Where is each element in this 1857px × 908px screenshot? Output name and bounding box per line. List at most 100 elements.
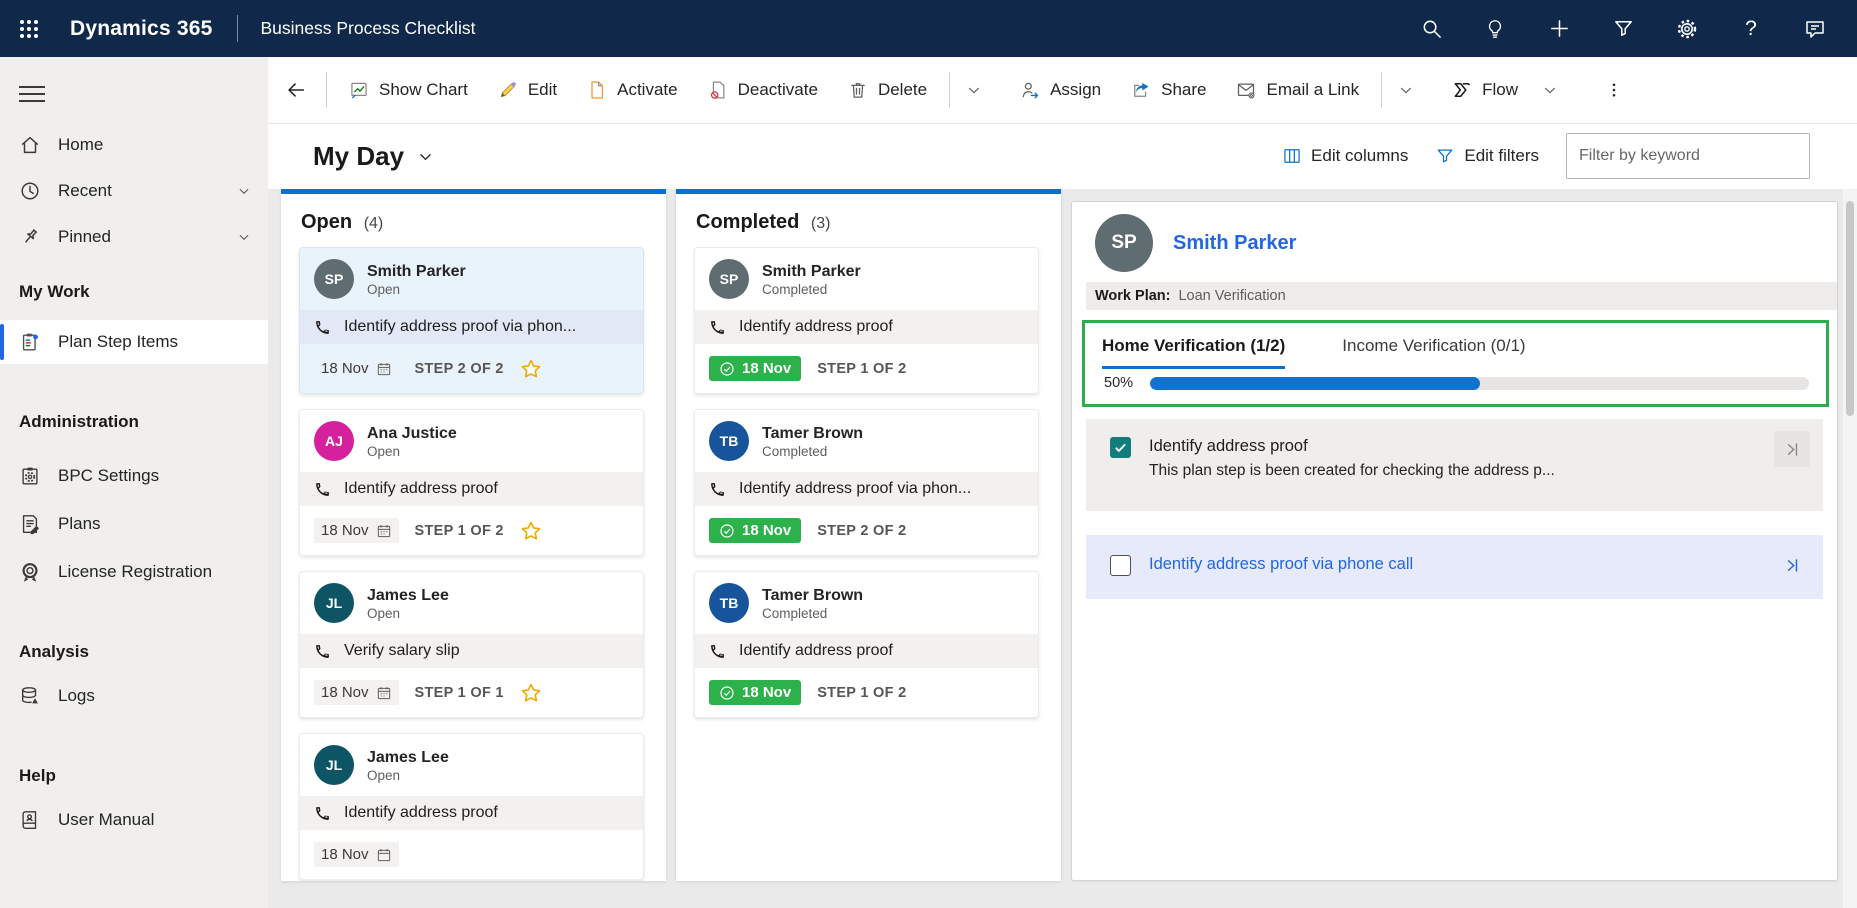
feedback-icon[interactable] <box>1783 0 1847 57</box>
flow-chevron-icon[interactable] <box>1533 68 1567 112</box>
back-button[interactable] <box>273 69 319 111</box>
plan-step-card[interactable]: AJ Ana Justice Open Identify address pro… <box>299 409 644 556</box>
email-link-button[interactable]: Email a Link <box>1221 68 1374 112</box>
open-side-pane-icon[interactable] <box>1774 431 1810 467</box>
lightbulb-icon[interactable] <box>1463 0 1527 57</box>
plan-step-title-link[interactable]: Identify address proof via phone call <box>1149 555 1413 574</box>
app-launcher-icon[interactable] <box>0 0 58 57</box>
card-status: Open <box>367 282 466 297</box>
plan-step-items-icon <box>19 331 41 353</box>
filter-keyword-input[interactable] <box>1566 133 1810 179</box>
sidebar-item-label: Plan Step Items <box>58 332 178 352</box>
delete-button[interactable]: Delete <box>833 68 942 112</box>
plan-step-card[interactable]: TB Tamer Brown Completed Identify addres… <box>694 571 1039 718</box>
sidebar-section-help: Help <box>0 756 268 796</box>
star-icon[interactable] <box>520 358 542 380</box>
license-medal-icon <box>19 561 41 583</box>
checkbox-unchecked[interactable] <box>1110 555 1131 576</box>
due-date-chip: 18 Nov <box>314 518 399 543</box>
sidebar-item-pinned[interactable]: Pinned <box>0 214 268 260</box>
phone-icon <box>314 805 331 822</box>
sidebar-section-my-work: My Work <box>0 272 268 312</box>
step-indicator: STEP 1 OF 2 <box>817 685 906 701</box>
brand-title[interactable]: Dynamics 365 <box>70 17 213 41</box>
more-commands-icon[interactable] <box>1593 68 1635 112</box>
vertical-scrollbar[interactable] <box>1843 189 1857 908</box>
sidebar-item-plans[interactable]: Plans <box>0 500 268 548</box>
edit-filters-button[interactable]: Edit filters <box>1435 146 1539 166</box>
step-indicator: STEP 2 OF 2 <box>415 361 504 377</box>
tab-home-verification[interactable]: Home Verification (1/2) <box>1102 336 1285 369</box>
star-icon[interactable] <box>520 682 542 704</box>
show-chart-button[interactable]: Show Chart <box>334 68 483 112</box>
filter-funnel-icon <box>1435 146 1455 166</box>
chevron-down-icon <box>417 148 434 165</box>
star-icon[interactable] <box>520 520 542 542</box>
plan-step-description: This plan step is been created for check… <box>1149 462 1555 480</box>
plan-step-row[interactable]: Identify address proof via phone call <box>1086 535 1823 599</box>
chevron-down-icon[interactable] <box>237 184 251 198</box>
plan-step-card[interactable]: JL James Lee Open Identify address proof… <box>299 733 644 880</box>
filter-records-icon[interactable] <box>1591 0 1655 57</box>
overflow-chevron-icon[interactable] <box>1389 68 1423 112</box>
due-date: 18 Nov <box>321 684 369 701</box>
card-owner-name: Tamer Brown <box>762 424 863 444</box>
database-logs-icon <box>19 685 41 707</box>
scrollbar-thumb[interactable] <box>1846 201 1854 416</box>
search-icon[interactable] <box>1399 0 1463 57</box>
completed-date: 18 Nov <box>742 684 791 701</box>
document-edit-icon <box>19 513 41 535</box>
chevron-down-icon[interactable] <box>237 230 251 244</box>
sidebar-item-user-manual[interactable]: User Manual <box>0 796 268 844</box>
checkbox-checked[interactable] <box>1110 437 1131 458</box>
view-header: My Day Edit columns Edit filters <box>268 123 1857 189</box>
sidebar-item-label: Logs <box>58 686 95 706</box>
card-owner-name: James Lee <box>367 586 449 606</box>
sidebar-item-plan-step-items[interactable]: Plan Step Items <box>0 320 268 364</box>
edit-columns-button[interactable]: Edit columns <box>1282 146 1408 166</box>
home-icon <box>19 134 41 156</box>
check-circle-icon <box>719 523 735 539</box>
plan-step-card[interactable]: TB Tamer Brown Completed Identify addres… <box>694 409 1039 556</box>
flow-icon <box>1452 80 1472 100</box>
app-title[interactable]: Business Process Checklist <box>261 18 476 39</box>
clock-icon <box>19 180 41 202</box>
sidebar-item-recent[interactable]: Recent <box>0 168 268 214</box>
button-label: Edit <box>528 80 557 100</box>
plan-step-card[interactable]: SP Smith Parker Open Identify address pr… <box>299 247 644 394</box>
navbar-actions: ? <box>1399 0 1847 57</box>
sidebar-item-bpc-settings[interactable]: BPC Settings <box>0 452 268 500</box>
check-circle-icon <box>719 685 735 701</box>
edit-button[interactable]: Edit <box>483 68 572 112</box>
view-selector[interactable]: My Day <box>313 141 434 172</box>
overflow-chevron-icon[interactable] <box>957 68 991 112</box>
calendar-icon <box>376 685 392 701</box>
plan-step-title: Identify address proof <box>1149 437 1555 456</box>
add-icon[interactable] <box>1527 0 1591 57</box>
sidebar-item-label: Home <box>58 135 103 155</box>
help-icon[interactable]: ? <box>1719 0 1783 57</box>
share-button[interactable]: Share <box>1116 68 1221 112</box>
sidebar-item-home[interactable]: Home <box>0 122 268 168</box>
card-owner-name: Smith Parker <box>367 262 466 282</box>
avatar: TB <box>709 583 749 623</box>
button-label: Activate <box>617 80 677 100</box>
button-label: Share <box>1161 80 1206 100</box>
flow-button[interactable]: Flow <box>1437 68 1533 112</box>
open-side-pane-icon[interactable] <box>1774 547 1810 583</box>
plan-step-card[interactable]: SP Smith Parker Completed Identify addre… <box>694 247 1039 394</box>
activate-button[interactable]: Activate <box>572 68 692 112</box>
sidebar-item-label: License Registration <box>58 562 212 582</box>
plan-step-row[interactable]: Identify address proof This plan step is… <box>1086 419 1823 511</box>
column-completed: Completed (3) SP Smith Parker Completed … <box>676 189 1061 881</box>
tab-income-verification[interactable]: Income Verification (0/1) <box>1342 336 1525 369</box>
sidebar-item-license-registration[interactable]: License Registration <box>0 548 268 596</box>
assign-button[interactable]: Assign <box>1005 68 1116 112</box>
plan-step-card[interactable]: JL James Lee Open Verify salary slip 18 … <box>299 571 644 718</box>
settings-gear-icon[interactable] <box>1655 0 1719 57</box>
record-name-link[interactable]: Smith Parker <box>1173 232 1296 255</box>
global-nav-toggle-icon[interactable] <box>19 81 45 107</box>
card-task-title: Identify address proof <box>344 804 498 822</box>
sidebar-item-logs[interactable]: Logs <box>0 672 268 720</box>
deactivate-button[interactable]: Deactivate <box>693 68 833 112</box>
